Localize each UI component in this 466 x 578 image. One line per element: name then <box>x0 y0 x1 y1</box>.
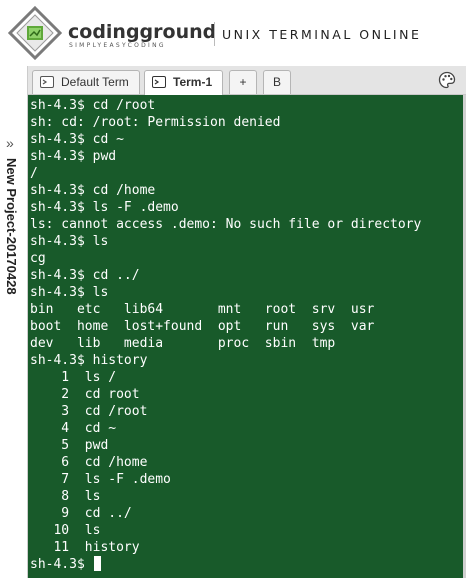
terminal-tab-bar: Default Term Term-1 + B <box>28 66 466 95</box>
terminal-line: sh-4.3$ cd ../ <box>30 268 140 283</box>
b-tab-button[interactable]: B <box>263 70 291 94</box>
project-sidebar: » New Project-20170428 <box>0 66 28 578</box>
terminal-line: 3 cd /root <box>30 404 148 419</box>
terminal-line: / <box>30 166 38 181</box>
palette-icon[interactable] <box>438 71 456 89</box>
terminal-prompt-line[interactable]: sh-4.3$ <box>30 556 463 573</box>
terminal-icon <box>152 76 166 88</box>
terminal-prompt: sh-4.3$ <box>30 557 93 572</box>
terminal-line: sh-4.3$ ls <box>30 285 109 300</box>
add-tab-button[interactable]: + <box>229 70 257 94</box>
terminal-line: 1 ls / <box>30 370 117 385</box>
terminal-line: sh-4.3$ pwd <box>30 149 117 164</box>
terminal-icon <box>40 76 54 88</box>
terminal-line: sh-4.3$ ls <box>30 234 109 249</box>
app-header: codingground SIMPLYEASYCODING UNIX TERMI… <box>0 0 466 66</box>
tab-label: Term-1 <box>173 75 213 89</box>
terminal-line: 6 cd /home <box>30 455 148 470</box>
header-divider <box>214 22 215 46</box>
terminal-line: 9 cd ../ <box>30 506 132 521</box>
terminal-line: 4 cd ~ <box>30 421 117 436</box>
page-title: UNIX TERMINAL ONLINE <box>222 27 422 42</box>
codingground-logo-icon <box>8 6 62 60</box>
terminal-line: boot home lost+found opt run sys var <box>30 319 375 334</box>
brand-tagline: SIMPLYEASYCODING <box>69 42 166 49</box>
terminal-output[interactable]: sh-4.3$ cd /root sh: cd: /root: Permissi… <box>28 95 463 578</box>
terminal-line: dev lib media proc sbin tmp <box>30 336 336 351</box>
terminal-cursor <box>93 556 101 571</box>
terminal-line: cg <box>30 251 46 266</box>
tab-default-term[interactable]: Default Term <box>32 70 140 94</box>
terminal-line: sh-4.3$ cd /root <box>30 98 156 113</box>
terminal-line: 8 ls <box>30 489 101 504</box>
terminal-line: sh-4.3$ cd ~ <box>30 132 124 147</box>
tab-label: Default Term <box>61 75 129 89</box>
terminal-line: 7 ls -F .demo <box>30 472 171 487</box>
terminal-line: 11 history <box>30 540 140 555</box>
project-name[interactable]: New Project-20170428 <box>4 158 19 295</box>
terminal-line: sh: cd: /root: Permission denied <box>30 115 281 130</box>
terminal-line: ls: cannot access .demo: No such file or… <box>30 217 422 232</box>
terminal-line: sh-4.3$ ls -F .demo <box>30 200 179 215</box>
terminal-line: 2 cd root <box>30 387 140 402</box>
terminal-line: bin etc lib64 mnt root srv usr <box>30 302 375 317</box>
tab-term-1[interactable]: Term-1 <box>144 70 223 95</box>
terminal-line: 5 pwd <box>30 438 109 453</box>
terminal-line: sh-4.3$ cd /home <box>30 183 156 198</box>
terminal-line: 10 ls <box>30 523 101 538</box>
double-chevron-right-icon[interactable]: » <box>6 136 22 150</box>
terminal-line: sh-4.3$ history <box>30 353 148 368</box>
brand-name: codingground <box>68 21 217 43</box>
